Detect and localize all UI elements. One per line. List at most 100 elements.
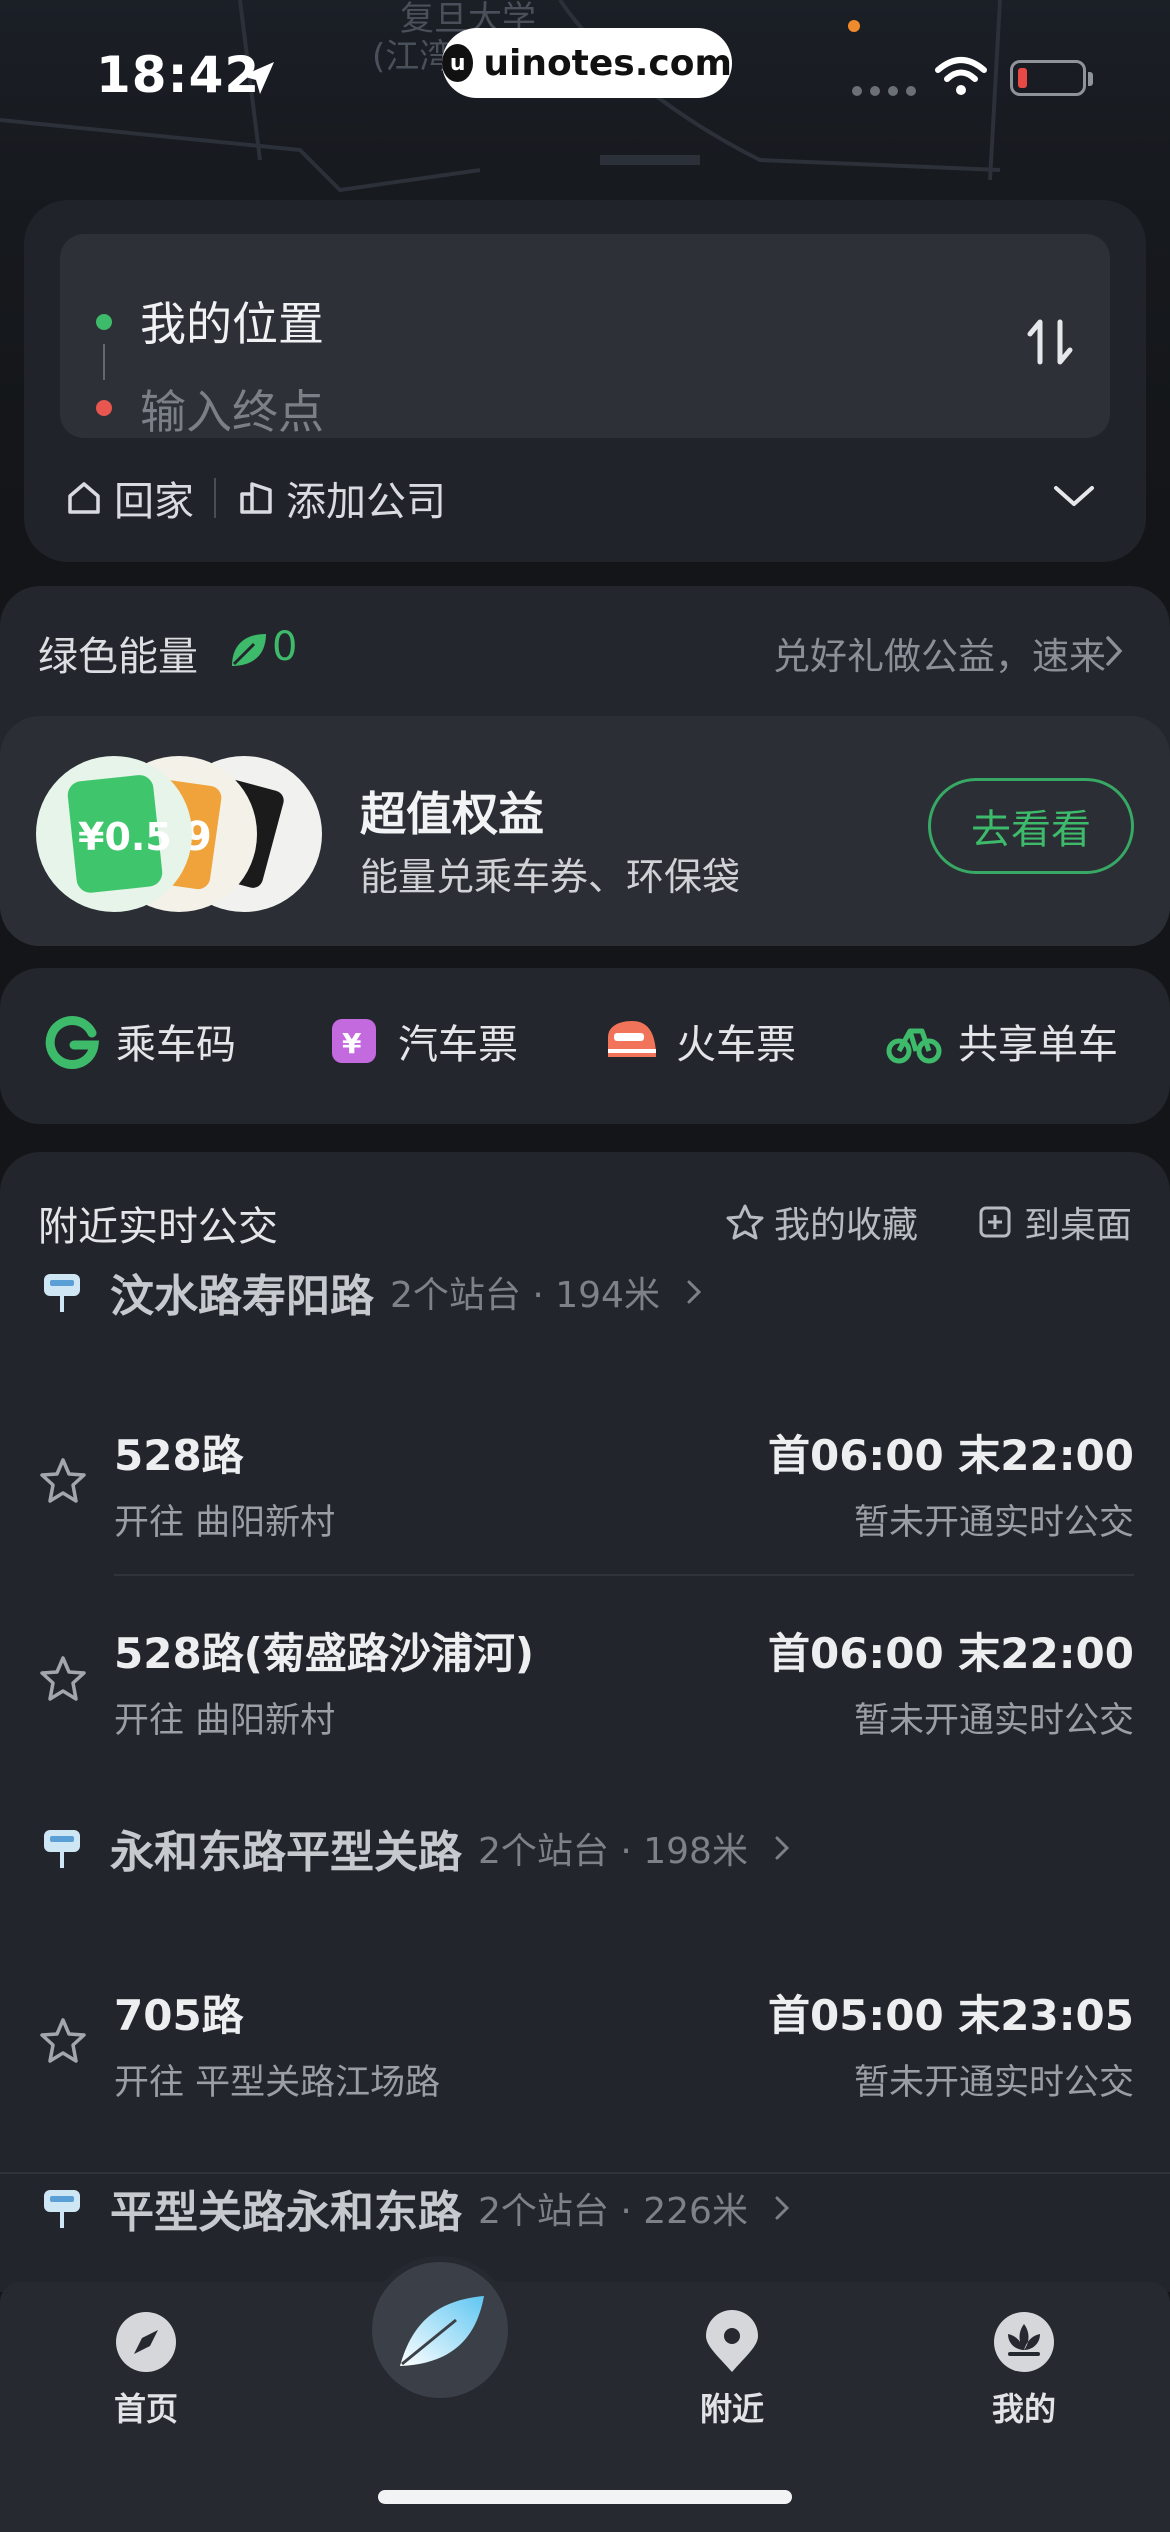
service-train-ticket[interactable]: 火车票 — [604, 1012, 796, 1070]
rewards-coins-icon: 9 ¥0.5 — [36, 756, 322, 912]
service-label: 共享单车 — [958, 1022, 1118, 1068]
route-direction: 开往 曲阳新村 — [114, 1503, 336, 1543]
bike-icon — [886, 1028, 942, 1064]
tab-nearby-label: 附近 — [699, 2390, 764, 2428]
train-ticket-icon — [608, 1021, 656, 1057]
route-realtime-status: 暂未开通实时公交 — [853, 2063, 1134, 2103]
energy-promo-link[interactable]: 兑好礼做公益，速来 — [773, 626, 1106, 680]
benefit-card[interactable]: 9 ¥0.5 超值权益 能量兑乘车券、环保袋 去看看 — [0, 716, 1170, 946]
privacy-indicator — [848, 20, 860, 32]
section-divider — [0, 2172, 1170, 2174]
chevron-right-icon — [687, 1280, 702, 1304]
quick-home-label: 回家 — [114, 479, 194, 525]
add-square-icon — [979, 1206, 1011, 1238]
chevron-right-icon — [775, 2196, 790, 2220]
stop-meta: 2个站台 · 198米 — [478, 1831, 748, 1872]
stop-name: 汶水路寿阳路 — [110, 1271, 374, 1322]
row-divider — [114, 1574, 1134, 1576]
favorite-star-icon[interactable] — [38, 2016, 88, 2066]
lotus-avatar-icon — [994, 2312, 1054, 2372]
energy-count: 0 — [272, 624, 298, 670]
service-bus-ticket[interactable]: ¥ 汽车票 — [326, 1012, 518, 1070]
bus-stop-icon — [44, 1830, 80, 1868]
quick-company-label: 添加公司 — [286, 479, 446, 525]
stop-header[interactable]: 平型关路永和东路 2个站台 · 226米 — [38, 2176, 792, 2240]
watermark-logo: u — [442, 44, 474, 82]
bus-stop-icon — [44, 1274, 80, 1312]
services-row: 乘车码 ¥ 汽车票 火车票 共享单车 — [0, 968, 1170, 1124]
tab-home-label: 首页 — [113, 2390, 178, 2428]
bus-stop-icon — [44, 2190, 80, 2228]
stop-meta: 2个站台 · 194米 — [390, 1275, 660, 1316]
favorite-star-icon[interactable] — [38, 1456, 88, 1506]
route-schedule: 首06:00 末22:00 — [767, 1431, 1134, 1480]
route-realtime-status: 暂未开通实时公交 — [853, 1503, 1134, 1543]
stop-header[interactable]: 永和东路平型关路 2个站台 · 198米 — [38, 1816, 792, 1880]
star-icon — [726, 1204, 764, 1240]
coin-label-1: ¥0.5 — [78, 815, 172, 859]
bus-ticket-icon: ¥ — [332, 1019, 376, 1063]
ride-code-icon — [45, 1016, 100, 1069]
energy-title: 绿色能量 — [38, 634, 198, 680]
route-planner-card: 我的位置 输入终点 回家 添加公司 — [24, 200, 1146, 562]
benefit-subtitle: 能量兑乘车券、环保袋 — [360, 855, 741, 899]
route-name: 528路(菊盛路沙浦河) — [114, 1629, 535, 1678]
tab-nearby[interactable]: 附近 — [652, 2310, 812, 2430]
svg-text:¥: ¥ — [342, 1027, 362, 1060]
route-realtime-status: 暂未开通实时公交 — [853, 1701, 1134, 1741]
center-action-button[interactable] — [372, 2262, 508, 2398]
add-to-desktop-label: 到桌面 — [1024, 1205, 1133, 1246]
chevron-down-icon[interactable] — [1050, 476, 1098, 516]
origin-field[interactable]: 我的位置 — [140, 288, 324, 354]
chevron-right-icon — [1106, 636, 1123, 666]
destination-dot — [96, 400, 112, 416]
bus-route-row[interactable]: 705路 开往 平型关路江场路 首05:00 末23:05 暂未开通实时公交 — [0, 1946, 1170, 2136]
home-icon — [68, 482, 100, 514]
wifi-icon — [935, 57, 987, 95]
battery-icon — [1010, 60, 1086, 96]
favorites-button[interactable]: 我的收藏 — [726, 1196, 918, 1248]
nearby-title: 附近实时公交 — [38, 1204, 278, 1250]
service-shared-bike[interactable]: 共享单车 — [886, 1012, 1118, 1070]
service-label: 汽车票 — [398, 1022, 518, 1068]
stop-header[interactable]: 汶水路寿阳路 2个站台 · 194米 — [38, 1260, 704, 1324]
favorite-star-icon[interactable] — [38, 1654, 88, 1704]
location-pin-icon — [706, 2310, 758, 2372]
service-label: 乘车码 — [116, 1022, 236, 1068]
favorites-label: 我的收藏 — [774, 1205, 919, 1246]
nearby-bus-section: 附近实时公交 我的收藏 到桌面 汶水路寿阳路 2个站台 · 194米 528路 … — [0, 1152, 1170, 2292]
watermark-badge: u uinotes.com — [442, 28, 732, 98]
swap-icon[interactable] — [1020, 312, 1080, 372]
stop-name: 永和东路平型关路 — [110, 1827, 462, 1878]
add-to-desktop-button[interactable]: 到桌面 — [978, 1196, 1132, 1248]
route-inputs: 我的位置 输入终点 — [60, 234, 1110, 439]
quick-home-button[interactable]: 回家 — [64, 469, 194, 527]
origin-dot — [96, 314, 112, 330]
leaf-icon — [232, 634, 266, 666]
route-direction: 开往 平型关路江场路 — [114, 2063, 441, 2103]
chevron-right-icon — [775, 1836, 790, 1860]
stop-name: 平型关路永和东路 — [110, 2187, 462, 2238]
quick-company-button[interactable]: 添加公司 — [236, 469, 446, 527]
route-schedule: 首05:00 末23:05 — [767, 1991, 1134, 2040]
service-ride-code[interactable]: 乘车码 — [44, 1012, 236, 1070]
compass-icon — [116, 2312, 176, 2372]
home-indicator — [378, 2490, 792, 2504]
tab-mine-label: 我的 — [991, 2390, 1056, 2428]
stop-meta: 2个站台 · 226米 — [478, 2191, 748, 2232]
quick-destinations: 回家 添加公司 — [64, 468, 446, 528]
watermark-text: uinotes.com — [483, 42, 732, 84]
route-name: 528路 — [114, 1431, 244, 1480]
route-name: 705路 — [114, 1991, 244, 2040]
service-label: 火车票 — [676, 1022, 796, 1068]
tab-home[interactable]: 首页 — [66, 2310, 226, 2430]
route-schedule: 首06:00 末22:00 — [767, 1629, 1134, 1678]
location-arrow-icon — [242, 62, 274, 94]
bus-route-row[interactable]: 528路 开往 曲阳新村 首06:00 末22:00 暂未开通实时公交 — [0, 1386, 1170, 1576]
benefit-view-button[interactable]: 去看看 — [928, 778, 1134, 874]
cellular-signal-icon — [852, 86, 916, 96]
destination-field[interactable]: 输入终点 — [140, 376, 324, 442]
green-energy-section: 绿色能量 0 兑好礼做公益，速来 9 ¥0.5 超值权益 能量兑乘车券、环保袋 — [0, 586, 1170, 946]
tab-mine[interactable]: 我的 — [944, 2310, 1104, 2430]
bus-route-row[interactable]: 528路(菊盛路沙浦河) 开往 曲阳新村 首06:00 末22:00 暂未开通实… — [0, 1584, 1170, 1774]
